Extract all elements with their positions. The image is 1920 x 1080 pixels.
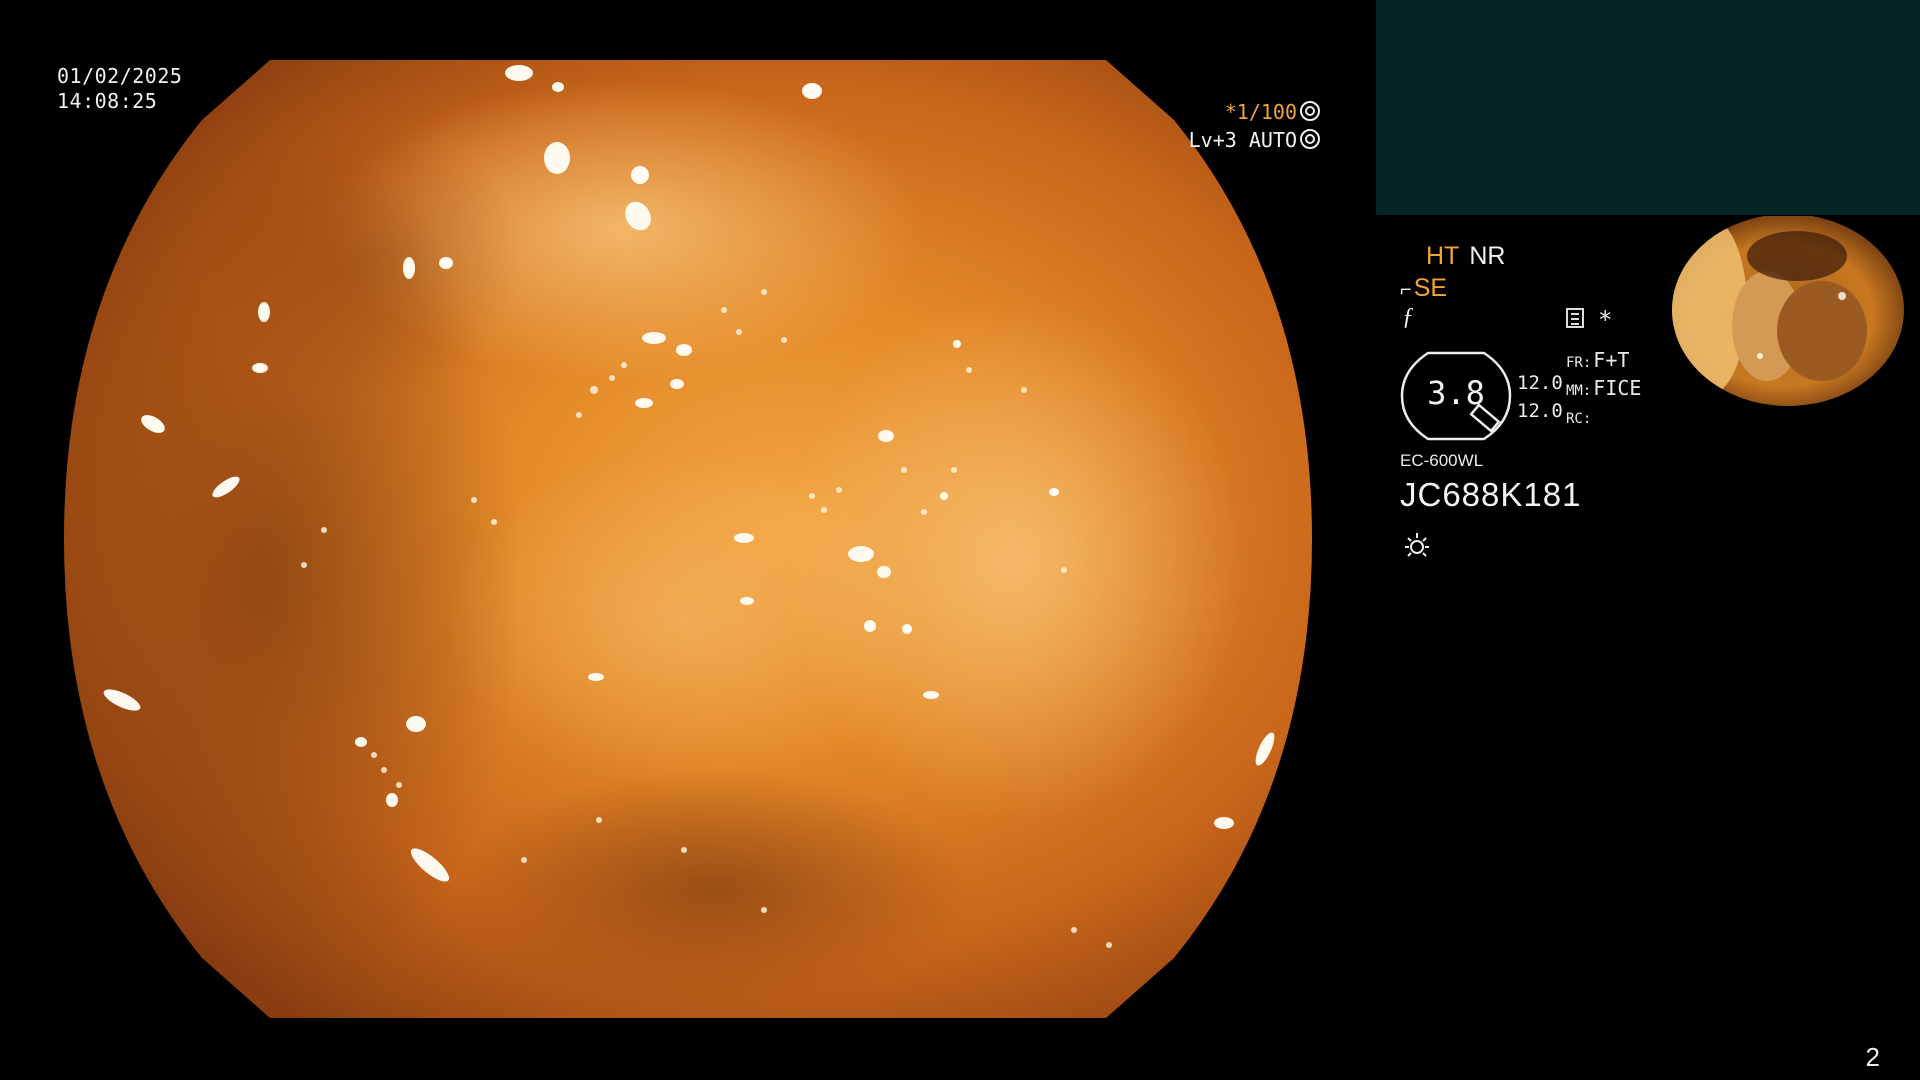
endoscope-image bbox=[64, 60, 1312, 1018]
mode-se: SE bbox=[1413, 274, 1448, 302]
endoscope-view bbox=[64, 60, 1312, 1018]
endoscopy-screen: 01/02/2025 14:08:25 *1/100 Lv+3 AUTO HT … bbox=[0, 0, 1920, 1080]
sun-icon bbox=[1402, 530, 1432, 560]
zoom-value: 3.8 bbox=[1427, 374, 1485, 412]
rc-label: RC: bbox=[1566, 411, 1592, 427]
structure-enhancement-row: ⌐SE bbox=[1400, 274, 1447, 303]
fr-value: F+T bbox=[1593, 348, 1630, 372]
scope-serial: JC688K181 bbox=[1400, 476, 1582, 513]
processing-params: FR: F+T MM: FICE RC: bbox=[1566, 348, 1641, 432]
exposure-icon bbox=[1300, 129, 1320, 149]
exposure-text: Lv+3 AUTO bbox=[1188, 128, 1297, 152]
hook-icon: ⌐ bbox=[1400, 279, 1412, 301]
image-mode-row: HT NR bbox=[1426, 242, 1505, 271]
scope-model: EC-600WL bbox=[1400, 451, 1484, 470]
time-text: 14:08:25 bbox=[57, 89, 158, 113]
level-values: 12.0 12.0 bbox=[1517, 369, 1563, 425]
teal-info-panel bbox=[1376, 0, 1920, 215]
shutter-icon bbox=[1300, 101, 1320, 121]
exposure-settings: *1/100 Lv+3 AUTO bbox=[1189, 98, 1320, 154]
mode-nr: NR bbox=[1469, 242, 1506, 270]
menu-icon bbox=[1566, 308, 1584, 328]
shutter-value: *1/100 bbox=[1224, 100, 1297, 124]
star-icon: * bbox=[1598, 306, 1613, 334]
thumbnail-image[interactable] bbox=[1672, 216, 1920, 414]
thumbnail-endoscope-image bbox=[1672, 216, 1920, 414]
level-top: 12.0 bbox=[1517, 372, 1563, 394]
level-bottom: 12.0 bbox=[1517, 400, 1563, 422]
mode-ht: HT bbox=[1426, 242, 1460, 270]
f-icon: ƒ bbox=[1402, 304, 1414, 330]
datetime-display: 01/02/2025 14:08:25 bbox=[57, 64, 182, 114]
page-number: 2 bbox=[1865, 1042, 1880, 1072]
mm-label: MM: bbox=[1566, 383, 1592, 399]
fr-label: FR: bbox=[1566, 355, 1592, 371]
mm-value: FICE bbox=[1593, 376, 1642, 400]
date-text: 01/02/2025 bbox=[57, 64, 183, 88]
